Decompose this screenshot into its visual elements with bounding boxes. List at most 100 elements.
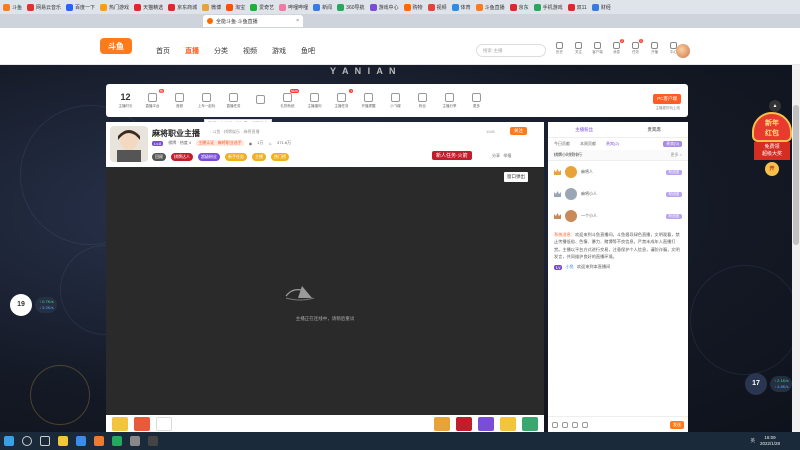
rank-row[interactable]: 麻将小人 粉丝团 [548, 183, 688, 205]
bookmark-item[interactable]: 百度一下 [66, 3, 95, 11]
gift-item[interactable] [156, 416, 172, 431]
bookmark-item[interactable]: 手机游戏 [533, 3, 563, 11]
bookmark-item[interactable]: 购物 [403, 3, 423, 11]
chat-input-area[interactable]: 发送 [548, 416, 688, 432]
function-item[interactable]: 直播任务 [220, 92, 247, 109]
report-link[interactable]: 举报 [503, 153, 511, 158]
bookmark-item[interactable]: 斗鱼直播 [475, 3, 505, 11]
popout-window-button[interactable]: 窗口弹出 [504, 172, 528, 182]
room-badge[interactable]: 超级粉丝 [198, 153, 220, 161]
bookmark-item[interactable]: 京东商城 [168, 3, 197, 11]
history-icon[interactable]: 历史 [553, 42, 566, 55]
live-icon[interactable]: 开播 [648, 42, 661, 55]
tray-lang[interactable]: 英 [750, 438, 755, 444]
gift-item[interactable] [522, 416, 538, 431]
bookmark-item[interactable]: 财经 [591, 3, 611, 11]
tab-vip[interactable]: 贵宾席 [647, 127, 661, 133]
function-item[interactable]: 主播分享 [436, 92, 463, 109]
anchor-avatar[interactable] [110, 126, 148, 162]
user-avatar[interactable] [676, 44, 690, 58]
net-speed-widget[interactable]: 19 ↑ 0.7K/s ↓ 3.2K/s [10, 294, 58, 316]
tab-guests[interactable]: 贵宾(2) [606, 141, 619, 147]
follow-button[interactable]: 关注 [510, 127, 527, 135]
bookmark-item[interactable]: 京东 [509, 3, 529, 11]
bookmark-item[interactable]: 爱奇艺 [250, 3, 274, 11]
nav-link[interactable]: 首页 [156, 46, 170, 56]
function-item[interactable]: 小飞碟 [382, 92, 409, 109]
bookmark-item[interactable]: 天猫精选 [134, 3, 163, 11]
bookmark-item[interactable]: 视频 [427, 3, 447, 11]
function-item[interactable]: 音频 [166, 92, 193, 109]
clock[interactable]: 16:09 2022/1/28 [760, 435, 780, 447]
net-speed-widget-2[interactable]: 17 ↑ 2.1K/s ↓ 4.8K/s [745, 373, 793, 395]
gift-item[interactable] [456, 416, 472, 431]
rank-row[interactable]: 一个小人 粉丝团 [548, 205, 688, 227]
share-link[interactable]: 分享 [492, 153, 500, 158]
function-item[interactable]: 礼物系统 NEW [274, 88, 301, 109]
tab-fans[interactable]: 主播粉丝 [575, 127, 593, 133]
barrage-icon[interactable] [572, 421, 578, 428]
scrollbar-thumb[interactable] [793, 105, 799, 245]
function-item[interactable]: 主播福利 [301, 92, 328, 109]
tab-today[interactable]: 今日贡献 [554, 141, 570, 147]
close-tab-icon[interactable]: × [296, 18, 299, 24]
explorer-icon[interactable] [58, 436, 68, 446]
send-button[interactable]: 发送 [670, 420, 684, 429]
nav-link[interactable]: 直播 [185, 46, 199, 56]
room-badge[interactable]: 主播 [252, 153, 266, 161]
rank-avatar[interactable] [565, 166, 577, 178]
room-badge[interactable]: 回顾 [152, 153, 166, 161]
nav-link[interactable]: 游戏 [272, 46, 286, 56]
app-icon[interactable] [94, 436, 104, 446]
bookmark-item[interactable]: 新闻 [313, 3, 332, 11]
bookmark-item[interactable]: 网易云音乐 [27, 3, 61, 11]
emoji-icon[interactable] [552, 421, 558, 428]
gift-item[interactable] [478, 416, 494, 431]
search-input[interactable]: 搜索·主播 [476, 44, 546, 57]
bookmark-item[interactable]: 微博 [202, 3, 221, 11]
bookmark-item[interactable]: 热门游戏 [100, 3, 129, 11]
task-view-icon[interactable] [40, 436, 50, 446]
newyear-redpacket[interactable]: 新年 红包 免费领 超级大奖 开 [752, 112, 792, 186]
new-task-button[interactable]: 新人任务·火箭 [432, 151, 472, 160]
nav-link[interactable]: 视频 [243, 46, 257, 56]
browser-tab-active[interactable]: 全能斗鱼·斗鱼直播 × [203, 15, 303, 27]
gift-item[interactable] [434, 416, 450, 431]
function-item[interactable]: 粉丝 [409, 92, 436, 109]
page-scrollbar[interactable] [792, 65, 800, 432]
task-icon[interactable]: 任务 1 [629, 39, 643, 55]
bookmark-item[interactable]: 360导航 [337, 3, 365, 11]
bookmark-item[interactable]: 哔哩哔哩 [279, 3, 308, 11]
bookmark-item[interactable]: 游戏中心 [369, 3, 399, 11]
function-item[interactable] [247, 95, 274, 106]
start-icon[interactable] [4, 436, 14, 446]
function-item[interactable]: 主播任务 1 [328, 88, 355, 109]
back-to-top-icon[interactable]: ▲ [769, 100, 781, 112]
stream-time-counter[interactable]: 12 主播时长 [112, 92, 139, 109]
app-icon[interactable] [148, 436, 158, 446]
nav-link[interactable]: 分类 [214, 46, 228, 56]
search-icon[interactable] [22, 436, 32, 446]
gift-icon[interactable] [582, 421, 588, 428]
function-item[interactable]: 直播平台 热 [139, 88, 166, 109]
bookmark-item[interactable]: 体育 [451, 3, 471, 11]
anchor-tag[interactable]: 主播认证 · 麻将职业选手 [196, 140, 244, 146]
rank-row[interactable]: 麻将人 粉丝团 [548, 161, 688, 183]
fans-badge-icon[interactable] [562, 421, 568, 428]
pc-client-button[interactable]: PC客户端 [653, 94, 681, 104]
message-icon[interactable]: 消息 2 [610, 39, 624, 55]
gift-item[interactable] [500, 416, 516, 431]
hour-rank-bar[interactable]: 棋牌小时榜排行 更多 > [548, 150, 688, 161]
client-icon[interactable]: 客户端 [591, 42, 604, 55]
function-item[interactable]: 上车一起玩 [193, 92, 220, 109]
bookmark-item[interactable]: 淘宝 [226, 3, 245, 11]
bookmark-item[interactable]: 双11 [567, 3, 587, 11]
douyu-logo[interactable]: 斗鱼 [100, 38, 132, 54]
guests-badge[interactable]: 贵宾(0) [663, 141, 682, 147]
browser-icon[interactable] [76, 436, 86, 446]
function-item[interactable]: 开播提醒 [355, 92, 382, 109]
function-item[interactable]: 更多 [463, 92, 490, 109]
welcome-user[interactable]: 小鱼 [565, 264, 573, 270]
app-icon[interactable] [130, 436, 140, 446]
room-badge[interactable]: 棋牌达人 [171, 153, 193, 161]
